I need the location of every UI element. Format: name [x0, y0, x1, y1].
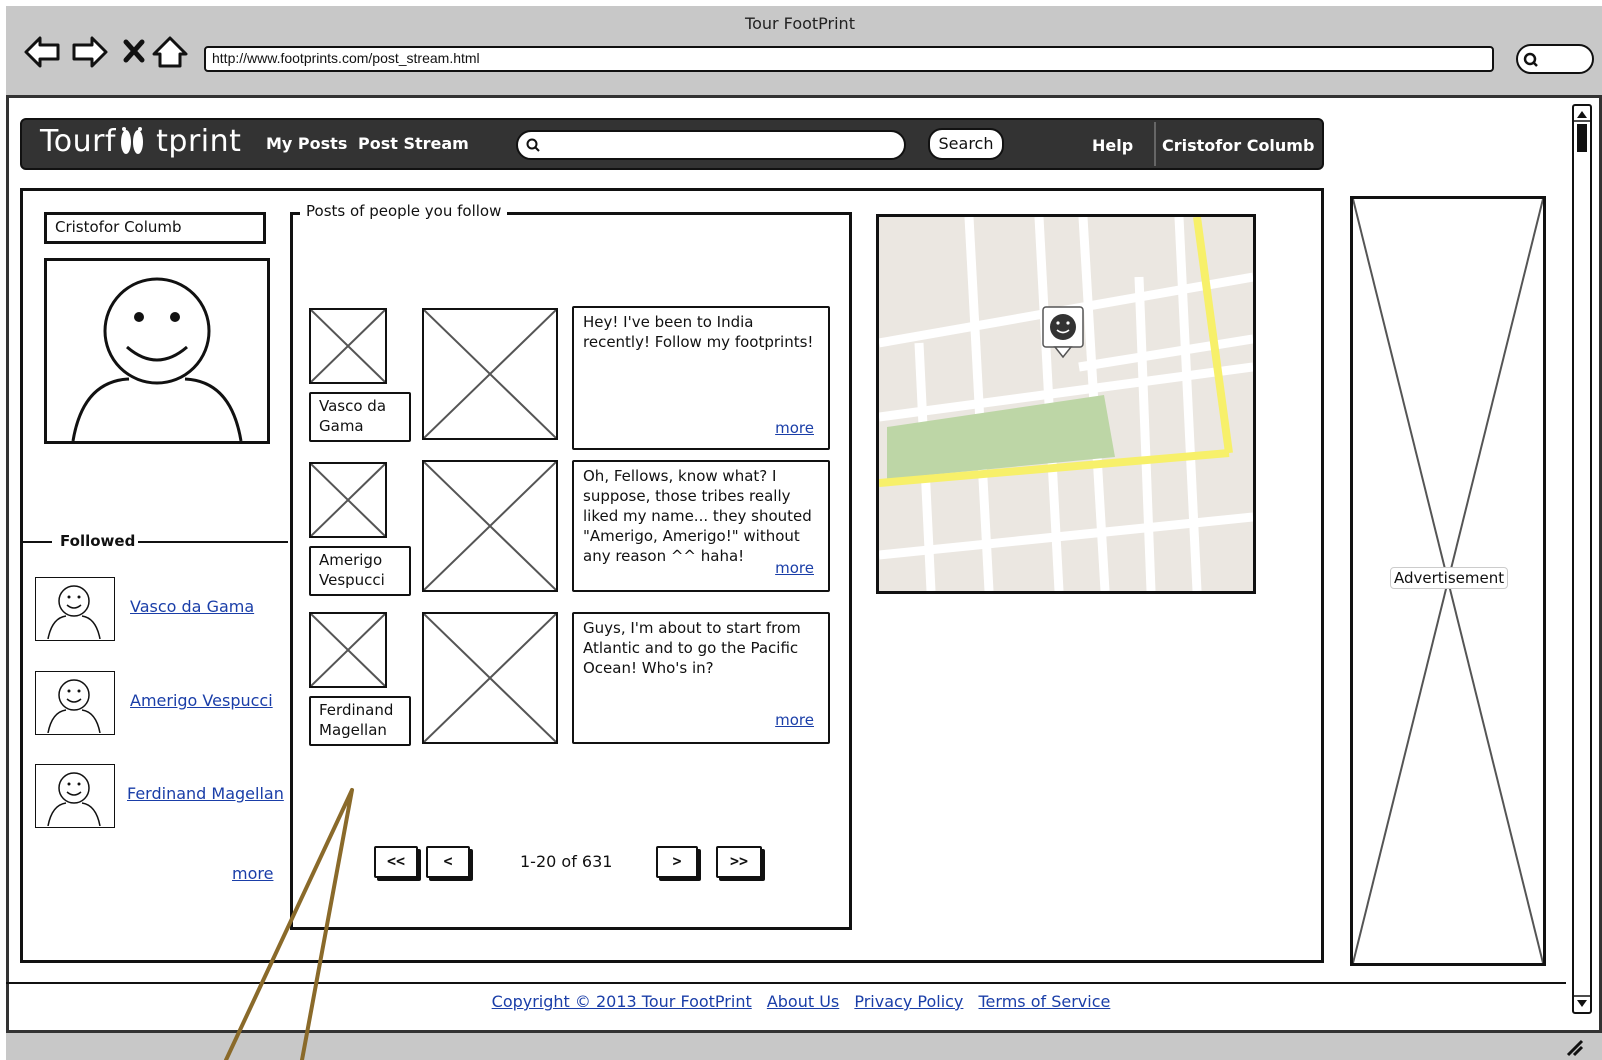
search-button[interactable]: Search — [928, 128, 1004, 160]
search-icon — [1523, 52, 1538, 67]
author-name-line: Gama — [319, 417, 364, 435]
home-icon[interactable] — [150, 32, 190, 72]
image-placeholder-icon — [424, 310, 556, 438]
post-text-body: Oh, Fellows, know what? I suppose, those… — [583, 467, 812, 565]
followed-more-link[interactable]: more — [232, 864, 273, 883]
post-author-thumbnail[interactable] — [309, 612, 387, 688]
user-menu-label: Cristofor Columb — [1162, 136, 1315, 155]
user-avatar-icon — [47, 585, 101, 640]
app-search-input[interactable] — [516, 130, 906, 160]
pagination-next-button[interactable]: > — [656, 846, 698, 878]
browser-statusbar — [6, 1030, 1602, 1060]
map-view[interactable] — [876, 214, 1256, 594]
chevron-down-icon — [1327, 138, 1344, 150]
post-author-thumbnail[interactable] — [309, 308, 387, 384]
user-avatar-icon — [47, 772, 101, 827]
post-more-link[interactable]: more — [775, 558, 814, 578]
post-author-thumbnail[interactable] — [309, 462, 387, 538]
followed-link-ferdinand[interactable]: Ferdinand Magellan — [127, 784, 284, 803]
window-title: Tour FootPrint — [745, 14, 855, 33]
nav-divider — [1154, 122, 1156, 166]
footprint-icon — [121, 127, 143, 154]
image-placeholder-icon — [311, 464, 385, 536]
footer-about-link[interactable]: About Us — [767, 992, 839, 1011]
footer-divider — [6, 982, 1566, 984]
forward-arrow-icon[interactable] — [70, 32, 110, 72]
footer-copyright-link[interactable]: Copyright © 2013 Tour FootPrint — [492, 992, 752, 1011]
post-text: Oh, Fellows, know what? I suppose, those… — [572, 460, 830, 592]
nav-post-stream[interactable]: Post Stream — [358, 134, 469, 153]
image-placeholder-icon — [424, 462, 556, 590]
pagination-info: 1-20 of 631 — [520, 852, 613, 871]
post-author-name[interactable]: Amerigo Vespucci — [309, 546, 411, 596]
followed-avatar[interactable] — [35, 577, 115, 641]
post-more-link[interactable]: more — [775, 710, 814, 730]
user-avatar-icon — [71, 277, 243, 442]
posts-heading: Posts of people you follow — [300, 202, 508, 220]
author-name-line: Vasco da — [319, 397, 387, 415]
pagination-last-button[interactable]: >> — [716, 846, 762, 878]
post-author-name[interactable]: Ferdinand Magellan — [309, 696, 411, 746]
back-arrow-icon[interactable] — [22, 32, 62, 72]
author-name-line: Vespucci — [319, 571, 385, 589]
author-name-line: Magellan — [319, 721, 387, 739]
author-name-line: Ferdinand — [319, 701, 394, 719]
profile-name: Cristofor Columb — [44, 212, 266, 244]
footer-privacy-link[interactable]: Privacy Policy — [854, 992, 963, 1011]
image-placeholder-icon — [424, 614, 556, 742]
post-text: Guys, I'm about to start from Atlantic a… — [572, 612, 830, 744]
pagination-first-button[interactable]: << — [374, 846, 418, 878]
author-name-line: Amerigo — [319, 551, 383, 569]
followed-heading: Followed — [60, 532, 136, 550]
nav-my-posts[interactable]: My Posts — [266, 134, 347, 153]
vertical-scrollbar[interactable] — [1572, 104, 1592, 1014]
advertisement-label: Advertisement — [1390, 567, 1509, 589]
map-graphic — [879, 217, 1253, 591]
resize-grip-icon[interactable] — [1564, 1037, 1584, 1057]
post-text-body: Guys, I'm about to start from Atlantic a… — [583, 619, 801, 677]
search-icon — [526, 138, 540, 152]
image-placeholder-icon — [311, 614, 385, 686]
followed-link-amerigo[interactable]: Amerigo Vespucci — [130, 691, 273, 710]
followed-avatar[interactable] — [35, 764, 115, 828]
post-image[interactable] — [422, 308, 558, 440]
post-more-link[interactable]: more — [775, 418, 814, 438]
nav-help[interactable]: Help — [1092, 136, 1133, 155]
app-logo[interactable]: Tourf tprint — [40, 124, 241, 159]
image-placeholder-icon — [311, 310, 385, 382]
user-menu[interactable]: Cristofor Columb — [1162, 136, 1344, 155]
followed-divider-left — [22, 541, 52, 543]
post-image[interactable] — [422, 460, 558, 592]
footer: Copyright © 2013 Tour FootPrint About Us… — [0, 992, 1602, 1011]
followed-avatar[interactable] — [35, 671, 115, 735]
post-image[interactable] — [422, 612, 558, 744]
profile-picture — [44, 258, 270, 444]
post-text-body: Hey! I've been to India recently! Follow… — [583, 313, 814, 351]
followed-divider-right — [138, 541, 288, 543]
post-author-name[interactable]: Vasco da Gama — [309, 392, 411, 442]
browser-search-field[interactable] — [1516, 44, 1594, 74]
user-avatar-icon — [47, 679, 101, 734]
followed-link-vasco[interactable]: Vasco da Gama — [130, 597, 254, 616]
post-text: Hey! I've been to India recently! Follow… — [572, 306, 830, 450]
footer-terms-link[interactable]: Terms of Service — [979, 992, 1111, 1011]
url-bar[interactable]: http://www.footprints.com/post_stream.ht… — [204, 46, 1494, 72]
pagination-prev-button[interactable]: < — [426, 846, 470, 878]
